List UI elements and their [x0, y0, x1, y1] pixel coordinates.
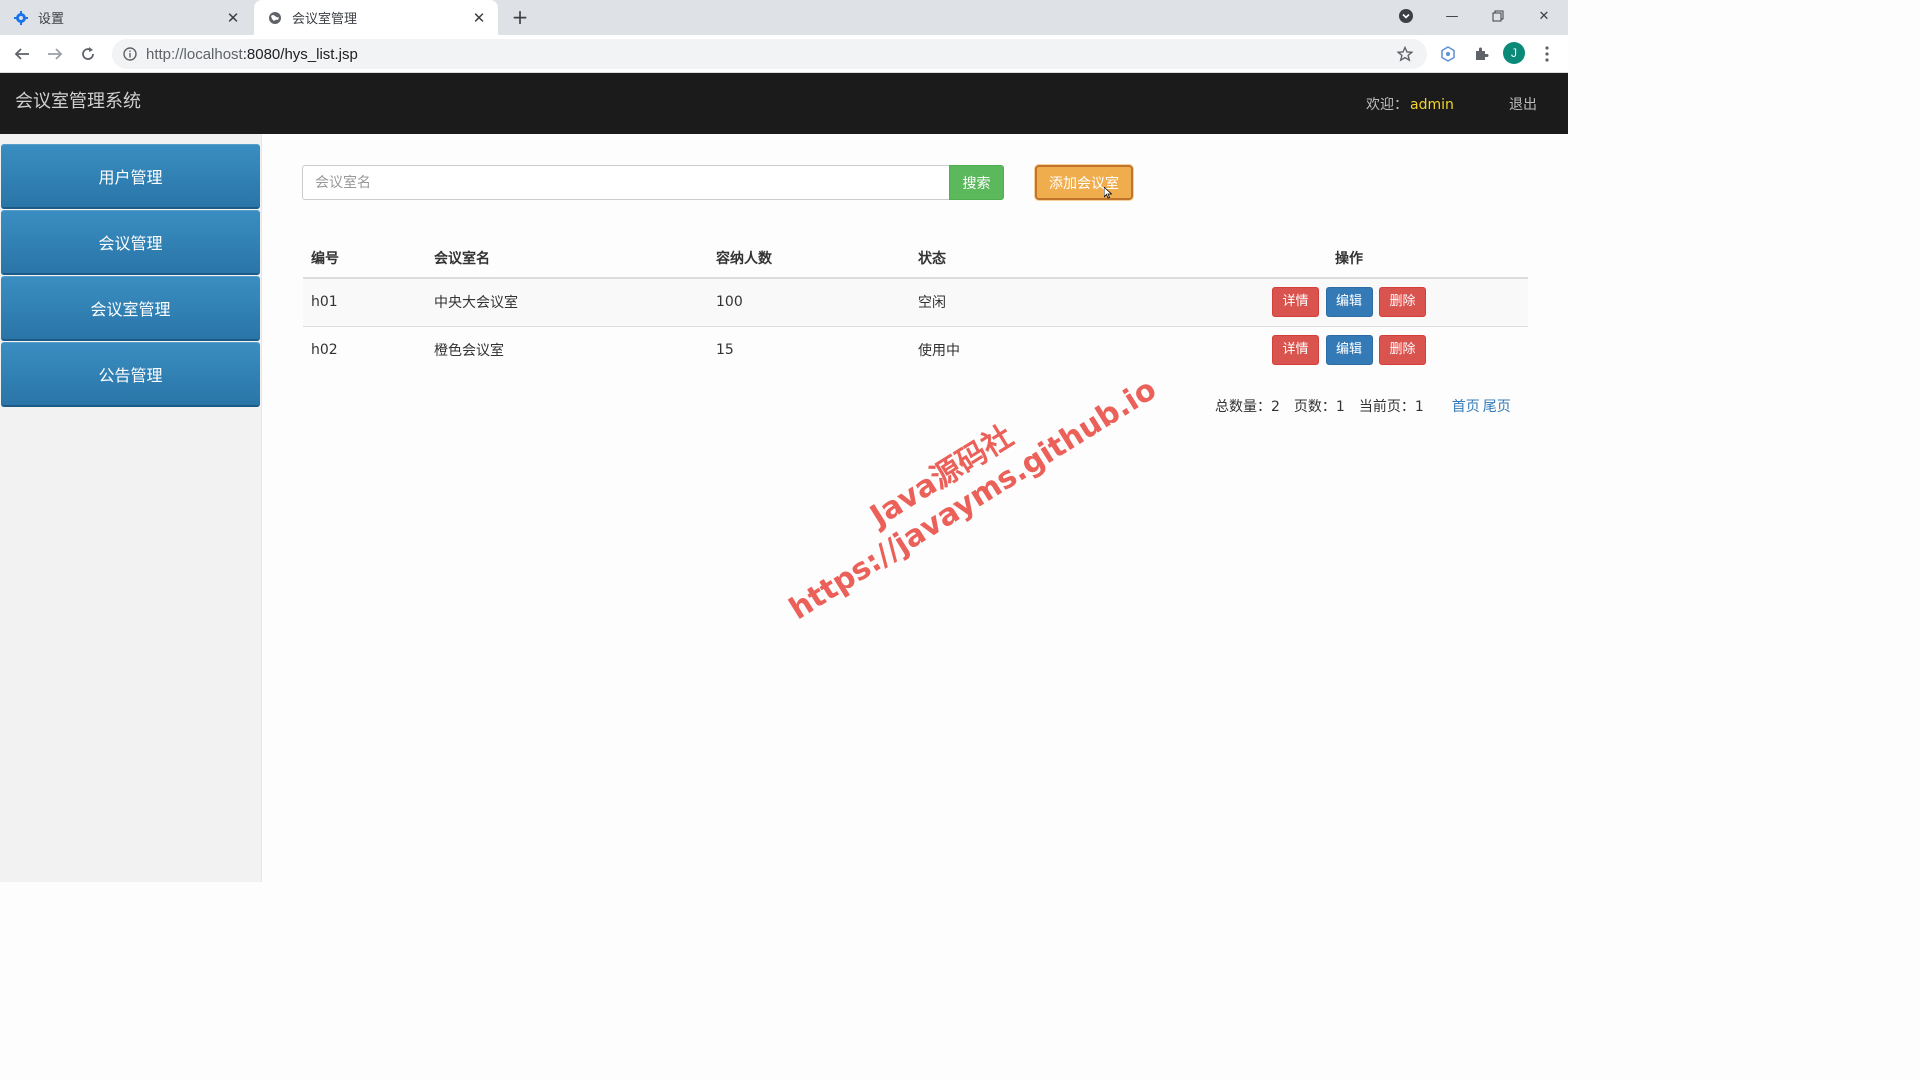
globe-icon	[267, 10, 283, 26]
new-tab-plus-icon[interactable]: +	[508, 5, 532, 29]
watermark-line2: https://javayms.github.io	[783, 371, 1163, 627]
table-header-row: 编号 会议室名 容纳人数 状态 操作	[303, 238, 1528, 279]
cell-name: 中央大会议室	[426, 277, 708, 326]
column-header-name: 会议室名	[426, 238, 708, 279]
room-table: 编号 会议室名 容纳人数 状态 操作 h01 中央大会议室 100 空闲 详情 …	[303, 238, 1528, 374]
delete-button[interactable]: 删除	[1378, 335, 1426, 366]
close-icon[interactable]: ✕	[469, 8, 489, 28]
add-room-button[interactable]: 添加会议室	[1035, 165, 1133, 200]
extension-hexagon-icon[interactable]	[1437, 43, 1459, 65]
pager-first-link[interactable]: 首页	[1452, 399, 1480, 415]
pager-current: 当前页：1	[1358, 399, 1424, 415]
sidebar: 用户管理 会议管理 会议室管理 公告管理	[0, 134, 262, 882]
cell-id: h02	[303, 325, 426, 374]
cell-capacity: 100	[708, 277, 910, 326]
column-header-capacity: 容纳人数	[708, 238, 910, 279]
tab-settings[interactable]: 设置 ✕	[0, 0, 252, 35]
welcome-text: 欢迎： admin	[1366, 94, 1454, 114]
browser-tabstrip: 设置 ✕ 会议室管理 ✕ + — ✕	[0, 0, 1568, 35]
welcome-label: 欢迎：	[1366, 97, 1408, 113]
minimize-icon[interactable]: —	[1439, 4, 1465, 28]
sidebar-item-meeting-management[interactable]: 会议管理	[1, 210, 260, 275]
sidebar-item-user-management[interactable]: 用户管理	[1, 144, 260, 209]
room-name-search-input[interactable]	[302, 165, 950, 200]
cell-capacity: 15	[708, 325, 910, 374]
pager-pages: 页数：1	[1293, 399, 1345, 415]
cell-ops: 详情 编辑 删除	[1170, 277, 1528, 326]
sidebar-item-notice-management[interactable]: 公告管理	[1, 342, 260, 407]
table-row: h01 中央大会议室 100 空闲 详情 编辑 删除	[303, 277, 1528, 326]
tab-title: 设置	[38, 12, 65, 27]
tab-meeting-room[interactable]: 会议室管理 ✕	[254, 0, 498, 35]
detail-button[interactable]: 详情	[1272, 335, 1320, 366]
bookmark-star-icon[interactable]	[1395, 44, 1415, 64]
edit-button[interactable]: 编辑	[1325, 287, 1373, 318]
tab-search-icon[interactable]	[1393, 4, 1419, 28]
search-button[interactable]: 搜索	[949, 165, 1004, 200]
sidebar-item-room-management[interactable]: 会议室管理	[1, 276, 260, 341]
cell-id: h01	[303, 277, 426, 326]
column-header-status: 状态	[910, 238, 1170, 279]
reload-icon[interactable]	[75, 41, 101, 67]
table-row: h02 橙色会议室 15 使用中 详情 编辑 删除	[303, 325, 1528, 374]
address-bar[interactable]: http://localhost:8080/hys_list.jsp	[112, 39, 1427, 69]
forward-arrow-icon[interactable]	[42, 41, 68, 67]
tab-title: 会议室管理	[292, 12, 358, 27]
url-host: http://localhost	[146, 45, 243, 63]
column-header-id: 编号	[303, 238, 426, 279]
mouse-cursor-icon	[1104, 187, 1112, 199]
cell-ops: 详情 编辑 删除	[1170, 325, 1528, 374]
watermark: Java源码社 https://javayms.github.io	[760, 335, 1163, 627]
menu-kebab-icon[interactable]	[1536, 43, 1558, 65]
info-icon[interactable]	[122, 46, 138, 62]
pager-total: 总数量：2	[1215, 399, 1280, 415]
browser-toolbar: http://localhost:8080/hys_list.jsp	[0, 35, 1568, 73]
extensions-puzzle-icon[interactable]	[1470, 43, 1492, 65]
pagination: 总数量：2 页数：1 当前页：1 首页 尾页	[1215, 396, 1514, 416]
edit-button[interactable]: 编辑	[1325, 335, 1373, 366]
url-path: :8080/hys_list.jsp	[242, 45, 358, 63]
close-icon[interactable]: ✕	[223, 8, 243, 28]
back-arrow-icon[interactable]	[9, 41, 35, 67]
profile-avatar[interactable]: J	[1503, 42, 1525, 64]
restore-icon[interactable]	[1485, 4, 1511, 28]
cell-name: 橙色会议室	[426, 325, 708, 374]
pager-last-link[interactable]: 尾页	[1483, 399, 1511, 415]
window-close-icon[interactable]: ✕	[1531, 4, 1557, 28]
gear-icon	[13, 10, 29, 26]
detail-button[interactable]: 详情	[1272, 287, 1320, 318]
column-header-ops: 操作	[1170, 238, 1528, 279]
app-title: 会议室管理系统	[15, 91, 141, 112]
delete-button[interactable]: 删除	[1378, 287, 1426, 318]
logout-link[interactable]: 退出	[1509, 94, 1537, 114]
cell-status: 空闲	[910, 277, 1170, 326]
app-header: 会议室管理系统 欢迎： admin 退出	[0, 73, 1568, 134]
username: admin	[1410, 97, 1454, 113]
url-text: http://localhost:8080/hys_list.jsp	[146, 46, 358, 63]
